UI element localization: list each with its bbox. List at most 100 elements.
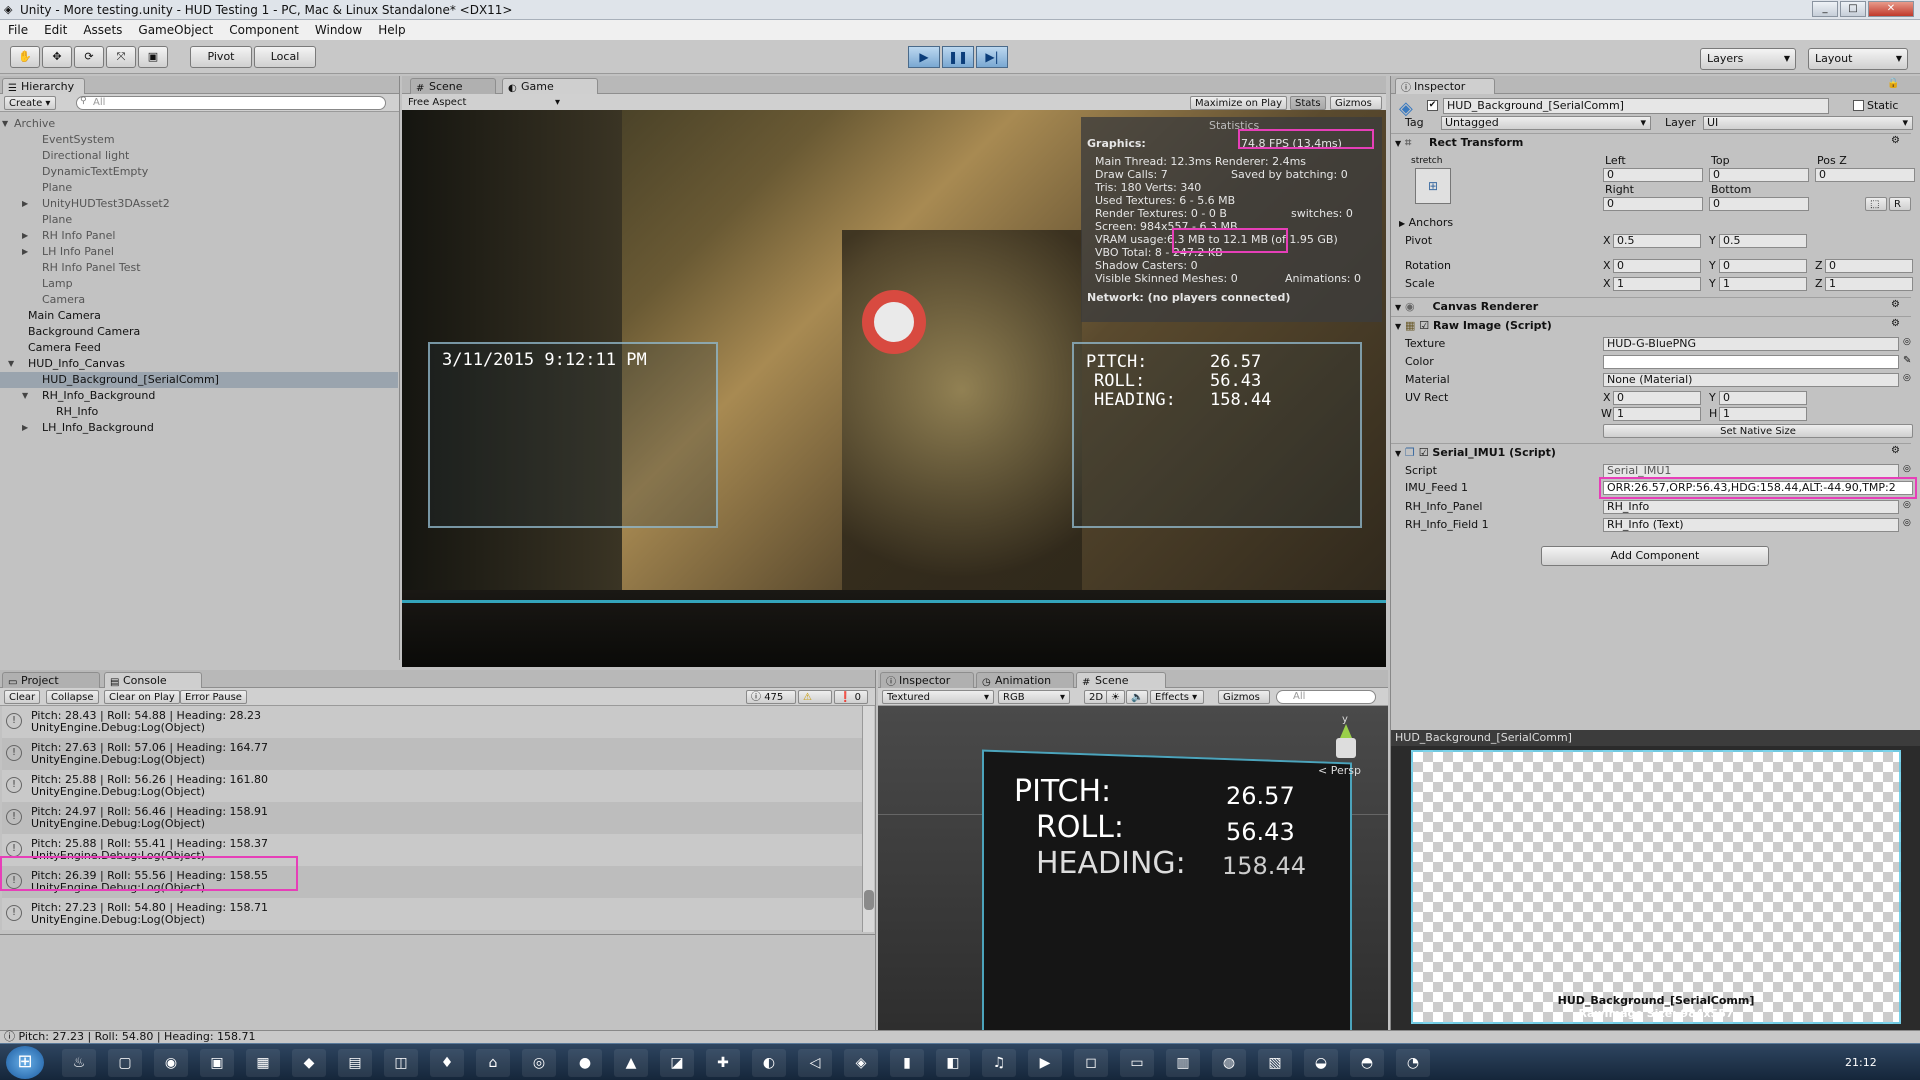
chrome-icon[interactable]: ◉ (154, 1049, 188, 1077)
error-count-toggle[interactable]: ❗ 0 (834, 690, 868, 704)
target-icon[interactable]: ◎ (1903, 464, 1911, 474)
persp-label[interactable]: < Persp (1318, 764, 1361, 777)
create-dropdown[interactable]: Create ▾ (4, 96, 56, 110)
error-pause-button[interactable]: Error Pause (180, 690, 247, 704)
scene-orientation-gizmo[interactable]: y (1326, 714, 1376, 764)
tag-dropdown[interactable]: Untagged ▾ (1441, 116, 1651, 130)
hierarchy-item[interactable]: Archive (14, 116, 55, 132)
grid-icon[interactable]: ▥ (1166, 1049, 1200, 1077)
clear-button[interactable]: Clear (4, 690, 41, 704)
tab-scene[interactable]: # Scene (410, 78, 496, 94)
warning-count-toggle[interactable]: ⚠ 24 (798, 690, 832, 716)
diamond-icon[interactable]: ◈ (844, 1049, 878, 1077)
scale-x-field[interactable]: 1 (1613, 277, 1701, 291)
menu-assets[interactable]: Assets (75, 20, 130, 41)
expand-right-icon[interactable]: ▶ (22, 199, 28, 208)
console-log-row[interactable]: ! Pitch: 27.23 | Roll: 54.80 | Heading: 1… (2, 898, 862, 930)
target-icon[interactable]: ◎ (1903, 518, 1911, 528)
hierarchy-item[interactable]: Plane (42, 212, 72, 228)
hierarchy-item[interactable]: RH_Info_Background (42, 388, 155, 404)
menu-help[interactable]: Help (370, 20, 413, 41)
layers-dropdown[interactable]: Layers ▼ (1700, 48, 1796, 70)
spotify-icon[interactable]: ♫ (982, 1049, 1016, 1077)
console-log-row[interactable]: ! Pitch: 25.88 | Roll: 56.26 | Heading: 1… (2, 770, 862, 802)
pie3-icon[interactable]: ◔ (1396, 1049, 1430, 1077)
raw-edit-button[interactable]: R (1889, 197, 1911, 211)
hierarchy-item[interactable]: HUD_Background_[SerialComm] (42, 372, 219, 388)
set-native-size-button[interactable]: Set Native Size (1603, 424, 1913, 438)
hatch-icon[interactable]: ▧ (1258, 1049, 1292, 1077)
hierarchy-item[interactable]: RH Info Panel Test (42, 260, 141, 276)
material-field[interactable]: None (Material) (1603, 373, 1899, 387)
hierarchy-item[interactable]: DynamicTextEmpty (42, 164, 148, 180)
collapse-button[interactable]: Collapse (46, 690, 99, 704)
hierarchy-item[interactable]: Background Camera (28, 324, 140, 340)
hierarchy-item[interactable]: UnityHUDTest3DAsset2 (42, 196, 170, 212)
hierarchy-item[interactable]: RH Info Panel (42, 228, 115, 244)
camera-icon[interactable]: ◎ (522, 1049, 556, 1077)
minimize-button[interactable]: _ (1812, 1, 1838, 17)
gear-icon[interactable]: ⚙ (1891, 299, 1900, 310)
expand-right-icon[interactable]: ▶ (22, 231, 28, 240)
tab-inspector[interactable]: ⓘ Inspector (1395, 78, 1495, 94)
uv-x-field[interactable]: 0 (1613, 391, 1701, 405)
bar-icon[interactable]: ▮ (890, 1049, 924, 1077)
stats-toggle[interactable]: Stats (1290, 96, 1326, 110)
square-icon[interactable]: ◻ (1074, 1049, 1108, 1077)
textured-dropdown[interactable]: Textured ▾ (882, 690, 994, 704)
eyedropper-icon[interactable]: ✎ (1903, 355, 1911, 366)
add-component-button[interactable]: Add Component (1541, 546, 1769, 566)
texture-field[interactable]: HUD-G-BluePNG (1603, 337, 1899, 351)
target-icon[interactable]: ◎ (1903, 337, 1911, 347)
pivot-x-field[interactable]: 0.5 (1613, 234, 1701, 248)
hierarchy-item[interactable]: Plane (42, 180, 72, 196)
hierarchy-search-input[interactable]: All (76, 96, 386, 110)
rh-info-field-field[interactable]: RH_Info (Text) (1603, 518, 1899, 532)
scene-gizmos-dropdown[interactable]: Gizmos ▾ (1218, 690, 1270, 716)
canvas-renderer-header[interactable]: ▼ ◉ Canvas Renderer (1391, 297, 1911, 315)
anchors-row[interactable]: ▶ Anchors (1399, 216, 1453, 231)
expand-down-icon[interactable]: ▼ (8, 359, 14, 368)
half-icon[interactable]: ◐ (752, 1049, 786, 1077)
anchor-preset-button[interactable]: ⊞ (1415, 168, 1451, 204)
audio-toggle-icon[interactable]: 🔈 (1126, 690, 1149, 704)
clear-on-play-button[interactable]: Clear on Play (104, 690, 180, 704)
rgb-dropdown[interactable]: RGB ▾ (998, 690, 1070, 704)
expand-right-icon[interactable]: ▶ (22, 423, 28, 432)
script-field[interactable]: Serial_IMU1 (1603, 464, 1899, 478)
hierarchy-item[interactable]: RH_Info (56, 404, 98, 420)
floppy-icon[interactable]: ▤ (338, 1049, 372, 1077)
uv-y-field[interactable]: 0 (1719, 391, 1807, 405)
pivot-toggle[interactable]: Pivot (190, 46, 252, 68)
top-field[interactable]: 0 (1709, 168, 1809, 182)
app-icon[interactable]: ▣ (200, 1049, 234, 1077)
hierarchy-item[interactable]: Camera Feed (28, 340, 101, 356)
monitor-icon[interactable]: ▦ (246, 1049, 280, 1077)
gizmos-dropdown[interactable]: Gizmos ▾ (1330, 96, 1382, 122)
rotate-tool-icon[interactable]: ⟳ (74, 46, 104, 68)
steam-icon[interactable]: ♨ (62, 1049, 96, 1077)
left-field[interactable]: 0 (1603, 168, 1703, 182)
console-log-row[interactable]: ! Pitch: 27.63 | Roll: 57.06 | Heading: 1… (2, 738, 862, 770)
posz-field[interactable]: 0 (1815, 168, 1915, 182)
start-button[interactable]: ⊞ (6, 1046, 44, 1079)
scale-z-field[interactable]: 1 (1825, 277, 1913, 291)
hierarchy-item[interactable]: EventSystem (42, 132, 115, 148)
active-checkbox[interactable]: ✔ (1427, 100, 1438, 111)
log-count-toggle[interactable]: ⓘ 475 (746, 690, 796, 704)
media-icon[interactable]: ▶ (1028, 1049, 1062, 1077)
panel-icon[interactable]: ◧ (936, 1049, 970, 1077)
play-button[interactable]: ▶ (908, 46, 940, 68)
explorer-icon[interactable]: ▢ (108, 1049, 142, 1077)
layer-dropdown[interactable]: UI ▾ (1703, 116, 1913, 130)
target-icon[interactable]: ◎ (1903, 373, 1911, 383)
menu-edit[interactable]: Edit (36, 20, 75, 41)
uv-w-field[interactable]: 1 (1613, 407, 1701, 421)
plus-icon[interactable]: ✚ (706, 1049, 740, 1077)
hierarchy-item[interactable]: LH_Info_Background (42, 420, 154, 436)
bottom-field[interactable]: 0 (1709, 197, 1809, 211)
menu-gameobject[interactable]: GameObject (130, 20, 221, 41)
tab-inspector-2[interactable]: ⓘ Inspector (880, 672, 974, 688)
move-tool-icon[interactable]: ✥ (42, 46, 72, 68)
expand-down-icon[interactable]: ▼ (2, 119, 8, 128)
